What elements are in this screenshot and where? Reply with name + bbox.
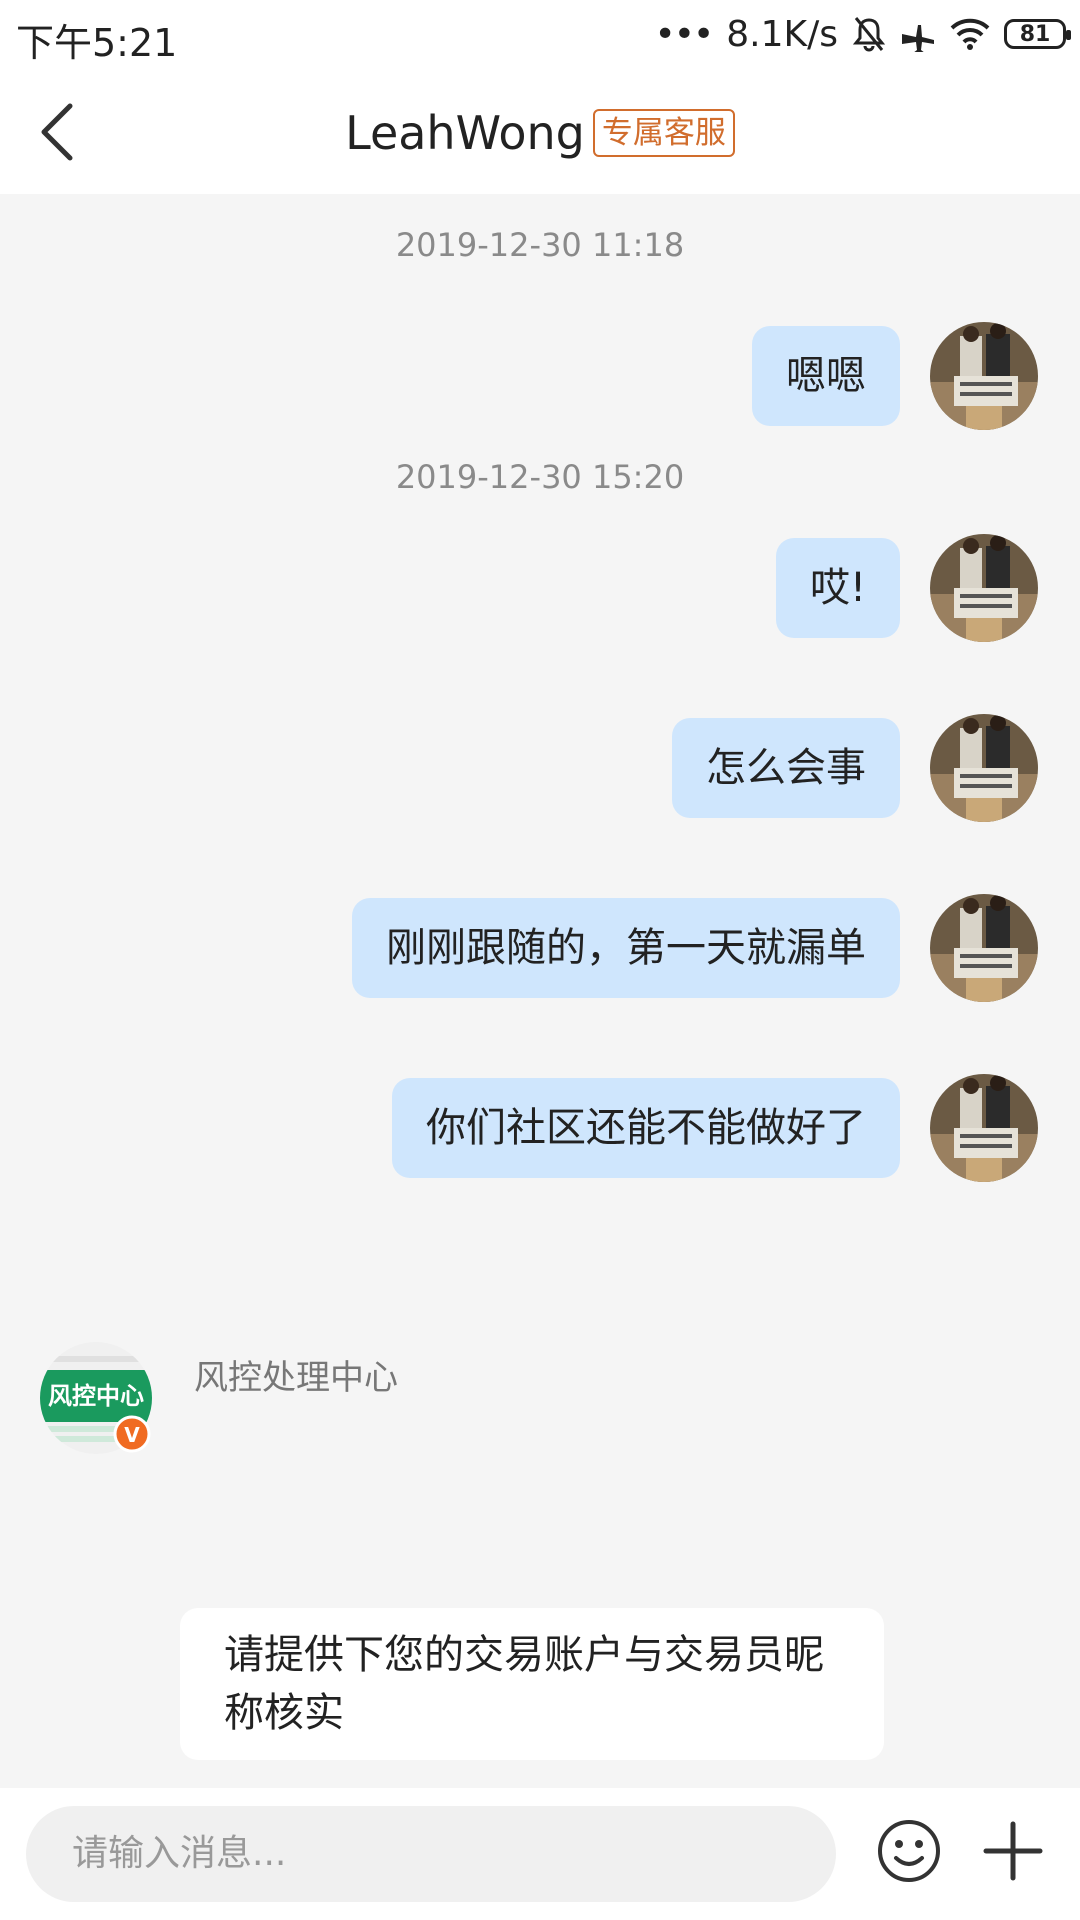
outgoing-message[interactable]: 刚刚跟随的，第一天就漏单 bbox=[352, 898, 900, 998]
user-avatar[interactable] bbox=[930, 534, 1038, 642]
timestamp: 2019-12-30 11:18 bbox=[395, 226, 685, 264]
network-speed: 8.1K/s bbox=[726, 13, 838, 55]
emoji-button[interactable] bbox=[876, 1818, 942, 1884]
chat-header: LeahWong 专属客服 bbox=[0, 70, 1080, 194]
plus-icon bbox=[983, 1821, 1043, 1881]
more-actions-button[interactable] bbox=[980, 1818, 1046, 1884]
outgoing-message[interactable]: 你们社区还能不能做好了 bbox=[392, 1078, 900, 1178]
mute-bell-icon bbox=[852, 16, 886, 52]
verified-badge: V bbox=[124, 1423, 140, 1447]
user-avatar[interactable] bbox=[930, 894, 1038, 1002]
outgoing-message[interactable]: 怎么会事 bbox=[672, 718, 900, 818]
battery-icon: 81 bbox=[1004, 19, 1071, 49]
outgoing-message[interactable]: 哎! bbox=[775, 538, 900, 638]
more-dots: ••• bbox=[654, 13, 715, 55]
contact-name: LeahWong bbox=[345, 106, 585, 160]
risk-center-avatar[interactable]: 风控中心 V bbox=[40, 1342, 152, 1454]
chat-area[interactable]: 2019-12-30 11:18 嗯嗯 2019-12-30 15:20 哎! … bbox=[0, 194, 1080, 1788]
timestamp: 2019-12-30 15:20 bbox=[395, 458, 685, 496]
input-bar: 请输入消息... bbox=[0, 1788, 1080, 1920]
user-avatar[interactable] bbox=[930, 1074, 1038, 1182]
chat-title: LeahWong 专属客服 bbox=[0, 106, 1080, 160]
incoming-message[interactable]: 请提供下您的交易账户与交易员昵称核实 bbox=[180, 1608, 884, 1760]
user-avatar[interactable] bbox=[930, 322, 1038, 430]
smiley-icon bbox=[878, 1820, 940, 1882]
status-time: 下午5:21 bbox=[16, 21, 178, 65]
sender-name: 风控处理中心 bbox=[194, 1358, 398, 1398]
exclusive-service-tag: 专属客服 bbox=[592, 109, 735, 157]
wifi-icon bbox=[950, 17, 990, 51]
outgoing-message[interactable]: 嗯嗯 bbox=[752, 326, 900, 426]
status-icons: ••• 8.1K/s 81 bbox=[654, 12, 1071, 56]
avatar-logo-text: 风控中心 bbox=[48, 1382, 144, 1410]
status-bar: 下午5:21 ••• 8.1K/s 81 bbox=[0, 0, 1080, 70]
user-avatar[interactable] bbox=[930, 714, 1038, 822]
airplane-icon bbox=[900, 16, 936, 52]
message-input[interactable]: 请输入消息... bbox=[26, 1806, 836, 1902]
